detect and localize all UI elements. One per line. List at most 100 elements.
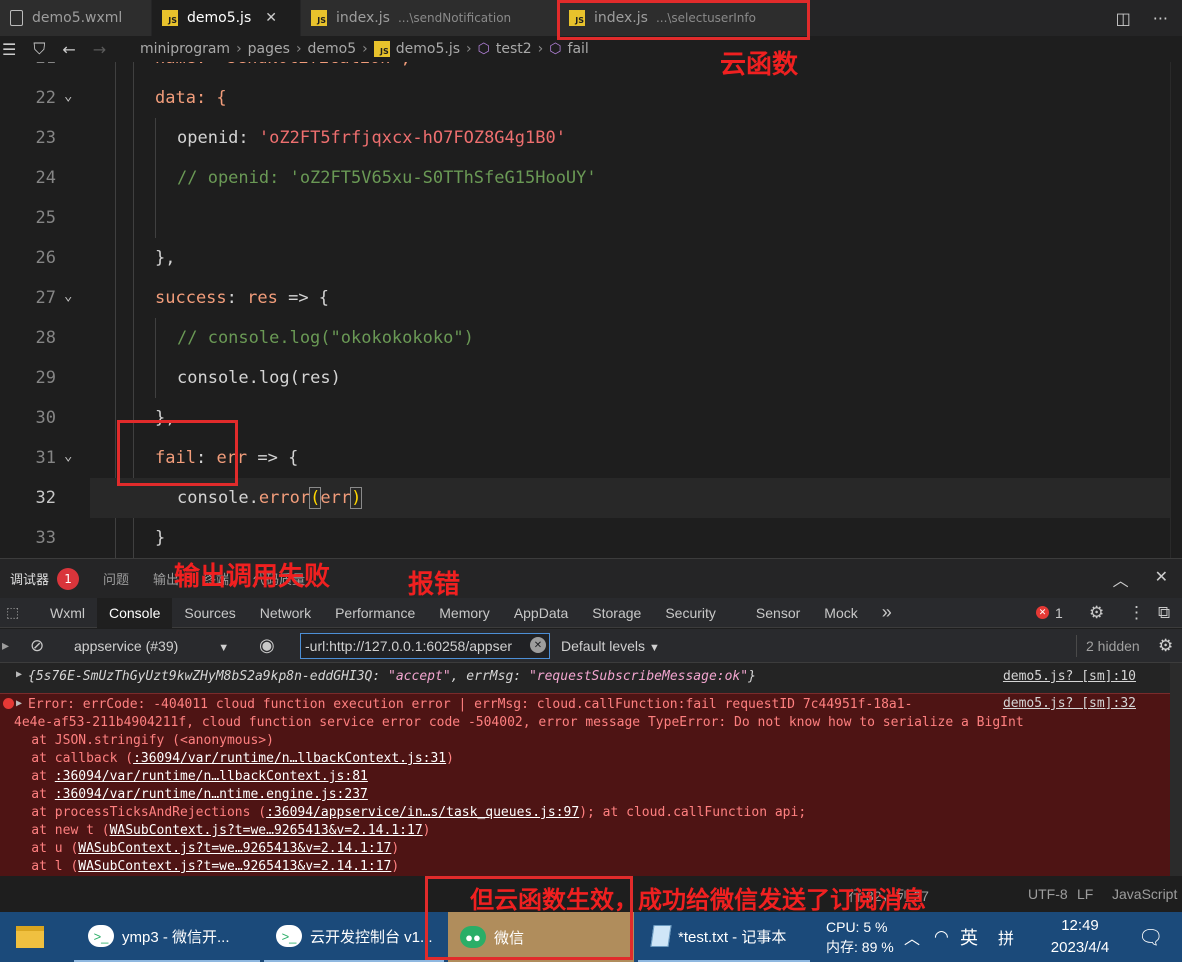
- eye-icon[interactable]: ◉: [259, 635, 275, 656]
- log-source-link[interactable]: demo5.js? [sm]:10: [1003, 669, 1136, 684]
- code-function: log: [258, 368, 290, 388]
- console-scrollbar[interactable]: [1170, 663, 1182, 876]
- inspect-icon[interactable]: ⬚: [0, 604, 38, 621]
- file-explorer-button[interactable]: [16, 912, 68, 962]
- tab-problems[interactable]: 问题: [103, 569, 129, 588]
- ime-mode-icon[interactable]: 拼: [998, 912, 1014, 962]
- ime-language-indicator[interactable]: 英: [960, 912, 978, 962]
- tab-label: demo5.js: [187, 10, 252, 26]
- more-actions-icon[interactable]: ···: [1153, 9, 1168, 28]
- editor-scrollbar[interactable]: [1170, 62, 1182, 558]
- stack-link[interactable]: WASubContext.js?t=we…9265413&v=2.14.1:17: [78, 859, 391, 874]
- tab-mock[interactable]: Mock: [812, 598, 869, 628]
- resource-monitor[interactable]: CPU: 5 % 内存: 89 %: [826, 912, 904, 962]
- close-icon[interactable]: ✕: [265, 10, 277, 26]
- breadcrumb-item[interactable]: pages: [248, 41, 290, 57]
- symbol-cube-icon: ⬡: [477, 41, 490, 57]
- wifi-icon[interactable]: ◠: [934, 912, 949, 962]
- breadcrumb-item[interactable]: demo5: [308, 41, 357, 57]
- error-source-link[interactable]: demo5.js? [sm]:32: [1003, 696, 1136, 711]
- tab-security[interactable]: Security: [653, 598, 728, 628]
- code-line: 33 }: [0, 518, 1170, 558]
- stack-link[interactable]: WASubContext.js?t=we…9265413&v=2.14.1:17: [110, 823, 423, 838]
- tab-storage[interactable]: Storage: [580, 598, 653, 628]
- expand-arrow-icon[interactable]: ▶: [16, 669, 22, 680]
- clear-console-icon[interactable]: ⊘: [30, 636, 44, 656]
- tab-memory[interactable]: Memory: [427, 598, 502, 628]
- breadcrumb-item[interactable]: miniprogram: [140, 41, 230, 57]
- tab-console[interactable]: Console: [97, 597, 173, 628]
- stack-text: at JSON.stringify (<anonymous>): [0, 733, 274, 748]
- tab-index-js-sendnotification[interactable]: JS index.js ...\sendNotification: [301, 0, 559, 36]
- context-select[interactable]: appservice (#39) ▼: [74, 638, 229, 654]
- forward-arrow-icon[interactable]: →: [93, 40, 106, 59]
- fold-chevron-icon[interactable]: ⌄: [64, 78, 72, 114]
- dropdown-arrow-icon: ▼: [649, 641, 660, 654]
- fold-chevron-icon[interactable]: ⌄: [64, 278, 72, 314]
- log-levels-select[interactable]: Default levels ▼: [561, 638, 660, 654]
- breadcrumb-item[interactable]: demo5.js: [396, 41, 460, 57]
- undock-icon[interactable]: ⧉: [1158, 603, 1170, 623]
- code-text: }: [155, 528, 166, 548]
- error-indicator[interactable]: ✕ 1: [1036, 605, 1063, 621]
- annotation-cloud-function: 云函数: [720, 50, 799, 80]
- expand-arrow-icon[interactable]: ▶: [16, 698, 22, 709]
- tab-sources[interactable]: Sources: [172, 598, 247, 628]
- language-mode[interactable]: JavaScript: [1112, 886, 1177, 902]
- line-number: 22: [35, 88, 56, 108]
- close-panel-icon[interactable]: ✕: [1155, 567, 1168, 591]
- settings-gear-icon[interactable]: ⚙: [1089, 603, 1104, 623]
- stack-text: at l (: [0, 859, 79, 874]
- sidebar-toggle-icon[interactable]: ▸: [2, 637, 9, 654]
- clear-filter-icon[interactable]: ✕: [530, 637, 546, 653]
- fold-chevron-icon[interactable]: ⌄: [64, 438, 72, 474]
- taskbar-item-notepad[interactable]: *test.txt - 记事本: [638, 912, 810, 962]
- taskbar-item-label: *test.txt - 记事本: [678, 928, 787, 946]
- console-log-entry[interactable]: ▶ {5s76E-SmUzThGyUzt9kwZHyM8bS2a9kp8n-ed…: [0, 667, 1170, 689]
- bookmark-icon[interactable]: ⛉: [33, 39, 45, 59]
- stack-text: ): [391, 841, 400, 856]
- line-ending[interactable]: LF: [1077, 886, 1093, 902]
- show-hidden-icons-icon[interactable]: ︿: [904, 912, 920, 962]
- kebab-menu-icon[interactable]: ⋮: [1128, 603, 1145, 623]
- menu-icon[interactable]: ☰: [2, 40, 16, 59]
- clock-time: 12:49: [1061, 917, 1099, 934]
- clock[interactable]: 12:49 2023/4/4: [1040, 912, 1120, 962]
- tab-debugger[interactable]: 调试器 1: [10, 567, 80, 590]
- encoding[interactable]: UTF-8: [1028, 886, 1068, 902]
- breadcrumb-item[interactable]: fail: [568, 41, 589, 57]
- console-error-entry[interactable]: ▶ Error: errCode: -404011 cloud function…: [0, 693, 1170, 876]
- back-arrow-icon[interactable]: ←: [62, 40, 75, 59]
- line-number: 21: [0, 62, 56, 78]
- stack-link[interactable]: :36094/var/runtime/n…llbackContext.js:81: [55, 769, 368, 784]
- tab-sensor[interactable]: Sensor: [744, 598, 812, 628]
- notification-icon[interactable]: 🗨: [1138, 912, 1163, 962]
- console-output[interactable]: ▶ {5s76E-SmUzThGyUzt9kwZHyM8bS2a9kp8n-ed…: [0, 663, 1170, 876]
- console-settings-gear-icon[interactable]: ⚙: [1158, 636, 1173, 656]
- taskbar-item-cloud-console[interactable]: >_ 云开发控制台 v1...: [264, 912, 444, 962]
- editor-nav: ☰ ⛉ ← →: [0, 39, 140, 59]
- tab-label: index.js: [336, 10, 390, 26]
- taskbar-item-wechat-devtools[interactable]: >_ ymp3 - 微信开...: [74, 912, 260, 962]
- code-line: 21 name: 'sendNotification',: [0, 62, 1170, 78]
- tab-demo5-js[interactable]: JS demo5.js ✕: [152, 0, 301, 36]
- chevron-up-icon[interactable]: ︿: [1113, 567, 1129, 591]
- dropdown-arrow-icon: ▼: [218, 641, 230, 654]
- stack-text: ): [446, 751, 454, 766]
- stack-link[interactable]: WASubContext.js?t=we…9265413&v=2.14.1:17: [78, 841, 391, 856]
- js-file-icon: JS: [373, 41, 390, 57]
- filter-input[interactable]: -url:http://127.0.0.1:60258/appser: [300, 633, 550, 659]
- js-file-icon: JS: [162, 10, 178, 26]
- tab-network[interactable]: Network: [248, 598, 323, 628]
- stack-link[interactable]: :36094/var/runtime/n…ntime.engine.js:237: [55, 787, 368, 802]
- stack-link[interactable]: :36094/appservice/in…s/task_queues.js:97: [266, 805, 579, 820]
- tab-demo5-wxml[interactable]: demo5.wxml: [0, 0, 152, 36]
- stack-link[interactable]: :36094/var/runtime/n…llbackContext.js:31: [133, 751, 446, 766]
- split-editor-icon[interactable]: ◫: [1116, 9, 1131, 28]
- tab-wxml[interactable]: Wxml: [38, 598, 97, 628]
- more-tabs-icon[interactable]: »: [870, 598, 904, 628]
- tab-appdata[interactable]: AppData: [502, 598, 580, 628]
- breadcrumb-item[interactable]: test2: [496, 41, 532, 57]
- tab-performance[interactable]: Performance: [323, 598, 427, 628]
- devtools-tabs: ⬚ Wxml Console Sources Network Performan…: [0, 597, 1182, 628]
